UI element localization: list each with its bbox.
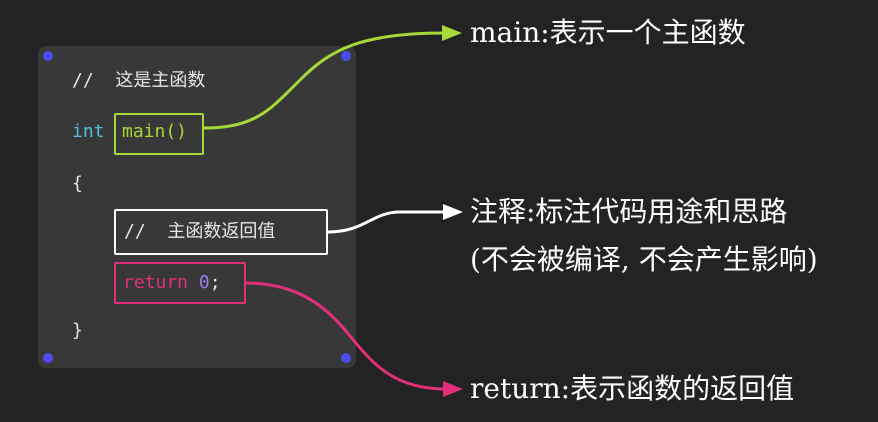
comment-annotation-line1: 注释:标注代码用途和思路 bbox=[470, 195, 788, 228]
main-annotation: main:表示一个主函数 bbox=[470, 16, 746, 49]
comment-connector bbox=[327, 210, 446, 234]
return-connector bbox=[245, 281, 447, 391]
main-connector bbox=[203, 31, 446, 130]
diagram-canvas: // 这是主函数 int main() { // 主函数返回值 return 0… bbox=[0, 0, 878, 422]
comment-arrowhead bbox=[443, 204, 463, 220]
return-arrowhead bbox=[443, 381, 463, 397]
comment-annotation-line2: (不会被编译, 不会产生影响) bbox=[470, 243, 818, 276]
return-annotation: return:表示函数的返回值 bbox=[470, 372, 795, 405]
main-arrowhead bbox=[442, 25, 462, 41]
